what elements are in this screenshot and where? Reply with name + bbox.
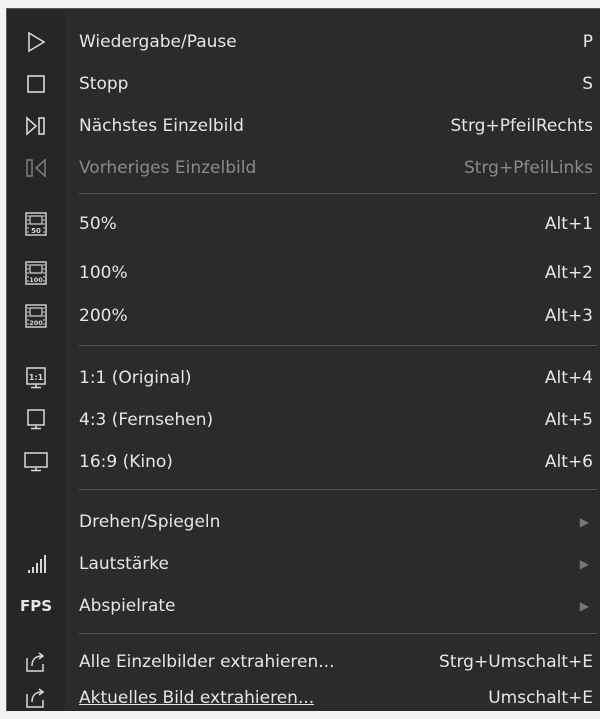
previous-frame-icon	[7, 147, 65, 189]
menu-item-label: 200%	[79, 306, 128, 326]
menu-item-label: Aktuelles Bild extrahieren...	[79, 688, 315, 708]
export-current-frame-icon	[7, 677, 65, 719]
menu-item-shortcut: P	[582, 32, 593, 52]
menu-item-label: 50%	[79, 214, 117, 234]
menu-item-label: 16:9 (Kino)	[79, 452, 173, 472]
fps-icon: FPS	[7, 585, 65, 627]
menu-item-play-pause[interactable]: Wiedergabe/Pause P	[7, 21, 600, 63]
menu-item-label: Vorheriges Einzelbild	[79, 158, 257, 178]
menu-item-shortcut: Strg+PfeilLinks	[464, 158, 593, 178]
aspect-16-9-icon	[7, 441, 65, 483]
zoom-50-icon: 50	[7, 203, 65, 245]
volume-icon	[7, 543, 65, 585]
menu-item-label: Alle Einzelbilder extrahieren...	[79, 652, 335, 672]
menu-item-shortcut: Alt+1	[544, 214, 593, 234]
fps-icon-text: FPS	[19, 597, 53, 615]
play-icon	[7, 21, 65, 63]
menu-item-label: Stopp	[79, 74, 129, 94]
next-frame-icon	[7, 105, 65, 147]
menu-item-zoom-200[interactable]: 200 200% Alt+3	[7, 295, 600, 337]
menu-item-shortcut: Strg+Umschalt+E	[439, 652, 593, 672]
aspect-4-3-icon	[7, 399, 65, 441]
menu-item-shortcut: S	[582, 74, 593, 94]
menu-item-label: Wiedergabe/Pause	[79, 32, 237, 52]
menu-item-zoom-50[interactable]: 50 50% Alt+1	[7, 203, 600, 245]
submenu-arrow-icon: ▶	[579, 515, 589, 529]
menu-item-label: 1:1 (Original)	[79, 368, 192, 388]
menu-item-stop[interactable]: Stopp S	[7, 63, 600, 105]
menu-item-aspect-16-9[interactable]: 16:9 (Kino) Alt+6	[7, 441, 600, 483]
menu-item-shortcut: Alt+4	[544, 368, 593, 388]
submenu-arrow-icon: ▶	[579, 599, 589, 613]
menu-item-label: Drehen/Spiegeln	[79, 512, 221, 532]
menu-item-next-frame[interactable]: Nächstes Einzelbild Strg+PfeilRechts	[7, 105, 600, 147]
separator	[79, 345, 597, 346]
menu-item-shortcut: Alt+3	[544, 306, 593, 326]
stop-icon	[7, 63, 65, 105]
menu-item-extract-current-frame[interactable]: Aktuelles Bild extrahieren... Umschalt+E	[7, 677, 600, 719]
menu-item-label: Lautstärke	[79, 554, 169, 574]
menu-item-label: 100%	[79, 263, 128, 283]
zoom-icon-label: 50	[31, 227, 41, 235]
menu-item-label: Nächstes Einzelbild	[79, 116, 244, 136]
zoom-icon-label: 100	[29, 276, 43, 284]
menu-item-aspect-4-3[interactable]: 4:3 (Fernsehen) Alt+5	[7, 399, 600, 441]
zoom-100-icon: 100	[7, 252, 65, 294]
aspect-icon-label: 1:1	[29, 373, 44, 382]
menu-item-label: 4:3 (Fernsehen)	[79, 410, 214, 430]
separator	[79, 489, 597, 490]
menu-item-shortcut: Alt+6	[544, 452, 593, 472]
separator	[79, 633, 597, 634]
context-menu: Wiedergabe/Pause P Stopp S Nächstes Einz…	[6, 8, 600, 711]
menu-item-previous-frame[interactable]: Vorheriges Einzelbild Strg+PfeilLinks	[7, 147, 600, 189]
zoom-icon-label: 200	[29, 319, 43, 327]
menu-item-playback-rate[interactable]: FPS Abspielrate ▶	[7, 585, 600, 627]
menu-item-shortcut: Umschalt+E	[488, 688, 593, 708]
submenu-arrow-icon: ▶	[579, 557, 589, 571]
menu-item-volume[interactable]: Lautstärke ▶	[7, 543, 600, 585]
menu-item-zoom-100[interactable]: 100 100% Alt+2	[7, 252, 600, 294]
menu-item-rotate-mirror[interactable]: Drehen/Spiegeln ▶	[7, 501, 600, 543]
menu-item-label: Abspielrate	[79, 596, 176, 616]
menu-item-aspect-original[interactable]: 1:1 1:1 (Original) Alt+4	[7, 357, 600, 399]
separator	[79, 193, 597, 194]
menu-item-shortcut: Strg+PfeilRechts	[450, 116, 593, 136]
aspect-original-icon: 1:1	[7, 357, 65, 399]
menu-item-shortcut: Alt+2	[544, 263, 593, 283]
zoom-200-icon: 200	[7, 295, 65, 337]
menu-item-shortcut: Alt+5	[544, 410, 593, 430]
